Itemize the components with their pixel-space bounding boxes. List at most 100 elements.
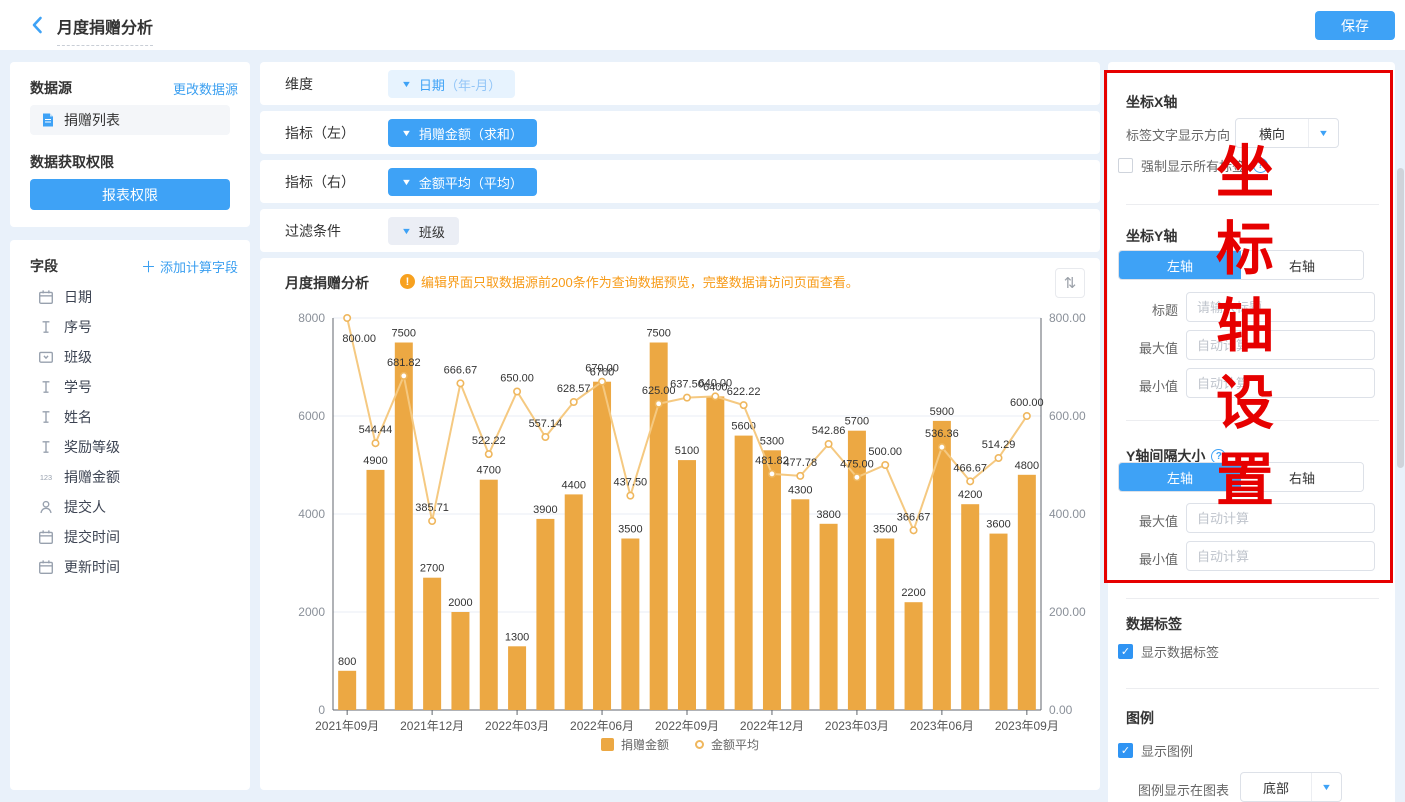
line-point[interactable] — [655, 401, 661, 407]
field-item[interactable]: 提交时间 — [10, 522, 250, 552]
bar[interactable] — [508, 646, 526, 710]
bar[interactable] — [876, 539, 894, 711]
datasource-item[interactable]: 捐赠列表 — [30, 105, 230, 135]
dimension-pill[interactable]: ▼ 日期（年-月） — [388, 70, 515, 98]
svg-text:4800: 4800 — [1015, 460, 1039, 472]
svg-text:6000: 6000 — [298, 409, 325, 423]
add-calc-field-button[interactable]: ＋ 添加计算字段 — [141, 256, 238, 277]
right-axis-tab[interactable]: 右轴 — [1241, 251, 1363, 279]
line-point[interactable] — [627, 492, 633, 498]
line-point[interactable] — [769, 471, 775, 477]
field-item[interactable]: 学号 — [10, 372, 250, 402]
left-axis-tab[interactable]: 左轴 — [1119, 251, 1241, 279]
bar[interactable] — [961, 504, 979, 710]
line-point[interactable] — [684, 394, 690, 400]
bar[interactable] — [706, 396, 724, 710]
field-item[interactable]: 更新时间 — [10, 552, 250, 582]
bar[interactable] — [848, 431, 866, 710]
line-point[interactable] — [967, 478, 973, 484]
sort-button[interactable]: ⇅ — [1055, 268, 1085, 298]
line-point[interactable] — [486, 451, 492, 457]
change-datasource-link[interactable]: 更改数据源 — [173, 79, 238, 98]
bar[interactable] — [451, 612, 469, 710]
bar[interactable] — [678, 460, 696, 710]
bar[interactable] — [990, 534, 1008, 710]
bar[interactable] — [791, 499, 809, 710]
bar[interactable] — [338, 671, 356, 710]
bar[interactable] — [565, 494, 583, 710]
line-point[interactable] — [1024, 413, 1030, 419]
axis-max-input[interactable] — [1186, 330, 1375, 360]
help-icon[interactable]: ? — [1253, 158, 1268, 173]
bar[interactable] — [820, 524, 838, 710]
report-permission-button[interactable]: 报表权限 — [30, 179, 230, 210]
back-button[interactable] — [26, 13, 50, 37]
filter-pill[interactable]: ▼ 班级 — [388, 217, 459, 245]
axis-title-input[interactable] — [1186, 292, 1375, 322]
show-legend-checkbox[interactable]: ✓ — [1118, 743, 1133, 758]
field-item[interactable]: 序号 — [10, 312, 250, 342]
metric-left-pill[interactable]: ▼ 捐赠金额（求和） — [388, 119, 537, 147]
field-item[interactable]: 姓名 — [10, 402, 250, 432]
y-axis-side-toggle: 左轴 右轴 — [1118, 250, 1364, 280]
legend-item[interactable]: 捐赠金额 — [601, 736, 669, 753]
bar[interactable] — [395, 343, 413, 711]
label-direction-dropdown[interactable]: 横向 ▼ — [1235, 118, 1339, 148]
line-point[interactable] — [797, 473, 803, 479]
show-data-label-checkbox[interactable]: ✓ — [1118, 644, 1133, 659]
line-point[interactable] — [712, 393, 718, 399]
line-point[interactable] — [910, 527, 916, 533]
field-item[interactable]: 123捐赠金额 — [10, 462, 250, 492]
line-point[interactable] — [939, 444, 945, 450]
field-item[interactable]: 奖励等级 — [10, 432, 250, 462]
line-point[interactable] — [457, 380, 463, 386]
bar[interactable] — [480, 480, 498, 710]
svg-text:2000: 2000 — [448, 597, 472, 609]
right-axis-tab[interactable]: 右轴 — [1241, 463, 1363, 491]
save-button[interactable]: 保存 — [1315, 11, 1395, 40]
line-point[interactable] — [825, 441, 831, 447]
line-point[interactable] — [854, 474, 860, 480]
force-labels-checkbox[interactable] — [1118, 158, 1133, 173]
legend-item[interactable]: 金额平均 — [695, 736, 759, 753]
interval-max-input[interactable] — [1186, 503, 1375, 533]
line-point[interactable] — [995, 455, 1001, 461]
page-title[interactable]: 月度捐赠分析 — [57, 14, 153, 46]
line-point[interactable] — [882, 462, 888, 468]
bar[interactable] — [1018, 475, 1036, 710]
left-axis-tab[interactable]: 左轴 — [1119, 463, 1241, 491]
metric-right-pill[interactable]: ▼ 金额平均（平均） — [388, 168, 537, 196]
line-point[interactable] — [429, 518, 435, 524]
bar[interactable] — [905, 602, 923, 710]
bar[interactable] — [366, 470, 384, 710]
line-point[interactable] — [599, 379, 605, 385]
donation-chart[interactable]: 00.002000200.004000400.006000600.0080008… — [260, 300, 1100, 740]
scrollbar-thumb[interactable] — [1397, 168, 1404, 468]
svg-text:557.14: 557.14 — [529, 418, 563, 430]
line-point[interactable] — [372, 440, 378, 446]
field-item[interactable]: 提交人 — [10, 492, 250, 522]
axis-min-input[interactable] — [1186, 368, 1375, 398]
bar[interactable] — [423, 578, 441, 710]
field-item[interactable]: 日期 — [10, 282, 250, 312]
legend-position-dropdown[interactable]: 底部 ▼ — [1240, 772, 1342, 802]
bar[interactable] — [735, 436, 753, 710]
line-point[interactable] — [571, 399, 577, 405]
bar[interactable] — [593, 382, 611, 710]
bar[interactable] — [763, 450, 781, 710]
fields-list: 日期序号班级学号姓名奖励等级123捐赠金额提交人提交时间更新时间 — [10, 282, 250, 582]
line-point[interactable] — [514, 388, 520, 394]
svg-text:477.78: 477.78 — [783, 457, 817, 469]
bar[interactable] — [650, 343, 668, 711]
line-point[interactable] — [344, 315, 350, 321]
bar[interactable] — [536, 519, 554, 710]
svg-text:475.00: 475.00 — [840, 458, 874, 470]
line-point[interactable] — [401, 373, 407, 379]
line-point[interactable] — [542, 434, 548, 440]
line-point[interactable] — [740, 402, 746, 408]
bar[interactable] — [621, 539, 639, 711]
svg-text:5900: 5900 — [930, 406, 954, 418]
field-item[interactable]: 班级 — [10, 342, 250, 372]
field-label: 日期 — [64, 287, 92, 307]
interval-min-input[interactable] — [1186, 541, 1375, 571]
